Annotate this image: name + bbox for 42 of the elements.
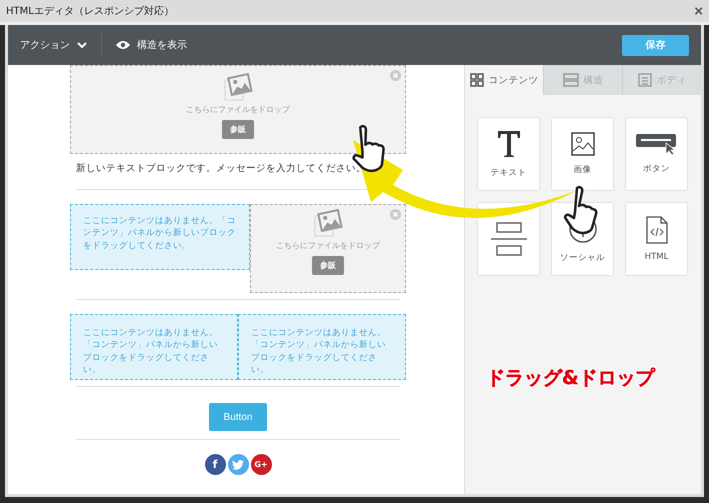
- empty-message: ここにコンテンツはありません。「コンテンツ」パネルから新しいブロックをドラッグしてください。: [251, 328, 386, 375]
- action-dropdown[interactable]: アクション: [20, 38, 87, 52]
- block-tile[interactable]: ボタン: [625, 117, 688, 191]
- image-icon: [223, 72, 253, 102]
- window-title: HTMLエディタ（レスポンシブ対応）: [6, 4, 174, 18]
- browse-button[interactable]: 参販: [222, 120, 254, 139]
- spacer-icon: [490, 222, 526, 256]
- image-icon: [313, 208, 343, 238]
- close-button[interactable]: ×: [694, 2, 703, 20]
- tile-label: ソーシャル: [560, 252, 605, 264]
- image-drop-zone[interactable]: こちらにファイルをドロップ 参販: [250, 204, 406, 293]
- social-icon[interactable]: [228, 454, 248, 475]
- rows-icon: [562, 73, 578, 87]
- page-icon: [638, 73, 652, 87]
- close-icon[interactable]: [390, 70, 401, 81]
- tile-label: ボタン: [643, 163, 670, 175]
- code-file-icon: [646, 216, 668, 244]
- social-icon[interactable]: f: [204, 454, 226, 475]
- show-structure-button[interactable]: 構造を表示: [116, 38, 187, 52]
- empty-message: ここにコンテンツはありません。「コンテンツ」パネルから新しいブロックをドラッグしてください。: [83, 216, 236, 251]
- block-tile[interactable]: テキスト: [477, 117, 540, 191]
- block-tile[interactable]: HTML: [625, 202, 688, 276]
- drop-text: こちらにファイルをドロップ: [276, 240, 380, 251]
- tile-label: HTML: [644, 252, 668, 262]
- chevron-down-icon: [77, 41, 87, 49]
- browse-button[interactable]: 参販: [312, 256, 344, 275]
- image-icon: [570, 132, 594, 156]
- empty-message: ここにコンテンツはありません。「コンテンツ」パネルから新しいブロックをドラッグしてください。: [83, 328, 218, 375]
- eye-icon: [116, 40, 130, 50]
- block-tile[interactable]: [477, 202, 540, 276]
- grid-icon: [470, 73, 484, 87]
- tile-label: テキスト: [490, 167, 526, 179]
- tile-label: 画像: [574, 164, 592, 176]
- text-block[interactable]: 新しいテキストブロックです。メッセージを入力してください。: [70, 154, 406, 183]
- close-icon[interactable]: [390, 209, 401, 220]
- image-drop-zone[interactable]: こちらにファイルをドロップ 参販: [70, 65, 406, 154]
- button-cursor-icon: [636, 133, 678, 155]
- annotation-text: ドラッグ&ドロップ: [486, 366, 655, 391]
- block-tile[interactable]: 画像: [551, 117, 614, 191]
- social-icon[interactable]: G+: [250, 454, 272, 475]
- letter-t-icon: [496, 129, 522, 159]
- drop-text: こちらにファイルをドロップ: [186, 104, 290, 115]
